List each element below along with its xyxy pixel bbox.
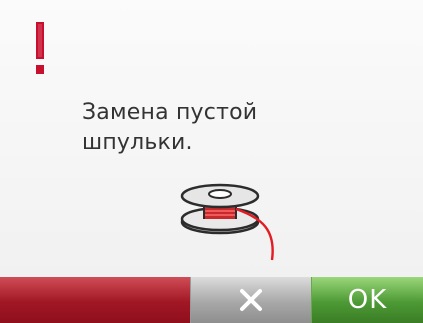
button-bar: OK [0,277,423,323]
ok-button-label: OK [347,285,388,315]
ok-button[interactable]: OK [311,277,423,323]
cancel-button[interactable] [190,277,311,323]
dialog-message: Замена пустой шпульки. [82,100,258,155]
red-button[interactable] [0,277,190,323]
exclamation-icon [36,22,44,74]
close-icon [240,289,262,311]
dialog-content: Замена пустой шпульки. [0,0,423,277]
bobbin-dialog-screen: Замена пустой шпульки. OK [0,0,423,323]
bobbin-icon [180,183,274,261]
